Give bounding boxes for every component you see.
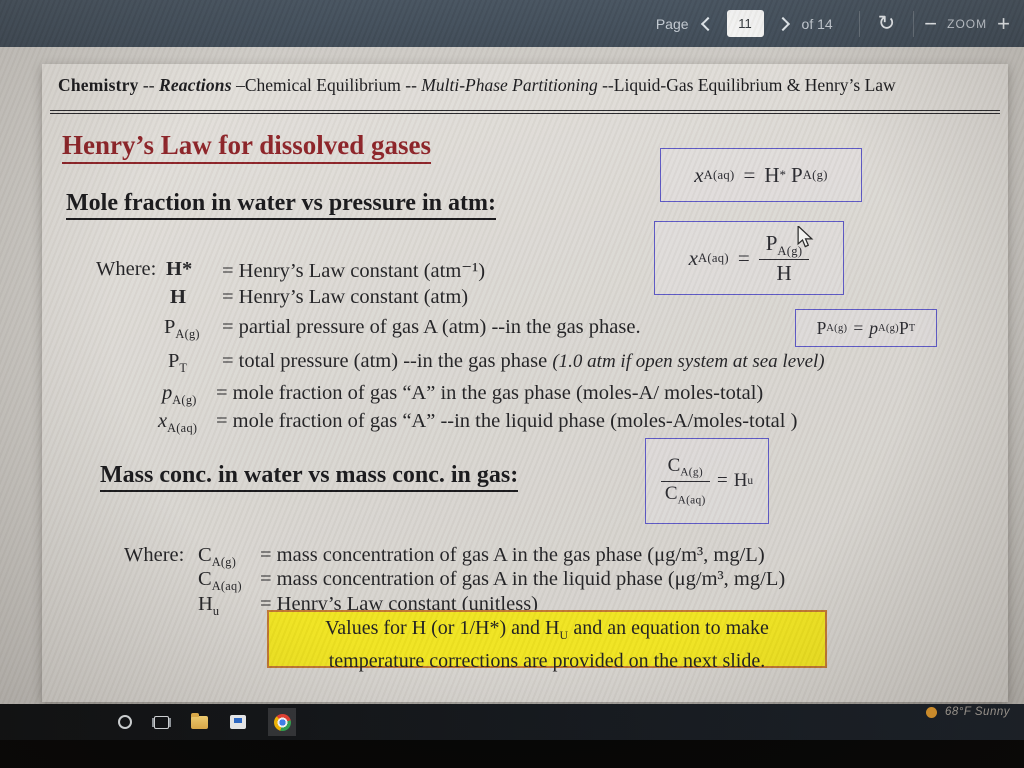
toolbar-divider [913,11,914,37]
section-heading-mole-fraction: Mole fraction in water vs pressure in at… [66,190,496,220]
file-explorer-icon[interactable] [191,716,208,729]
header-double-rule [50,110,1000,114]
next-page-icon[interactable] [775,16,789,30]
definition-h-star: = Henry’s Law constant (atm⁻¹) [222,258,485,283]
equation-mass-conc-ratio: CA(g) CA(aq) = Hu [645,438,769,524]
page-count-label: of 14 [802,16,833,32]
section-heading-mass-conc: Mass conc. in water vs mass conc. in gas… [100,462,518,492]
definition-c-a-g: = mass concentration of gas A in the gas… [260,544,765,567]
highlight-note: Values for H (or 1/H*) and HU and an equ… [267,610,827,668]
pdf-toolbar: Page of 14 ↻ − ZOOM + [0,0,1024,47]
pdf-page: Chemistry -- Reactions –Chemical Equilib… [42,64,1008,702]
zoom-in-button[interactable]: + [997,13,1010,35]
symbol-p-t: PT [168,350,187,376]
symbol-small-p-a-g: pA(g) [162,382,197,408]
definition-p-t: = total pressure (atm) --in the gas phas… [222,350,825,373]
mouse-cursor [796,226,814,248]
where-label-2: Where: [124,544,184,567]
symbol-h-u: Hu [198,593,219,619]
symbol-c-a-g: CA(g) [198,544,236,570]
zoom-out-button[interactable]: − [924,13,937,35]
slide-header: Chemistry -- Reactions –Chemical Equilib… [58,75,998,96]
windows-taskbar: 68°F Sunny [0,704,1024,740]
symbol-h-star: H* [166,258,192,281]
definition-x-a-aq: = mole fraction of gas “A” --in the liqu… [216,410,797,433]
toolbar-divider [859,11,860,37]
rotate-icon[interactable]: ↻ [878,13,896,34]
cortana-icon[interactable] [118,715,132,729]
symbol-h: H [170,286,186,309]
equation-mole-fraction-ratio: xA(aq) = PA(g) H [654,221,844,295]
symbol-x-a-aq: xA(aq) [158,410,197,436]
definition-small-p-a-g: = mole fraction of gas “A” in the gas ph… [216,382,763,405]
equation-henrys-law: xA(aq) = H* PA(g) [660,148,862,202]
slide-title: Henry’s Law for dissolved gases [62,130,431,164]
equation-partial-pressure: PA(g) = pA(g) PT [795,309,937,347]
store-app-icon[interactable] [230,715,246,729]
symbol-c-a-aq: CA(aq) [198,568,242,594]
task-view-icon[interactable] [154,716,169,729]
weather-widget[interactable]: 68°F Sunny [926,706,1010,718]
sun-icon [926,707,937,718]
definition-p-a-g: = partial pressure of gas A (atm) --in t… [222,316,641,339]
chrome-icon [274,714,291,731]
definition-h: = Henry’s Law constant (atm) [222,286,468,309]
definition-c-a-aq: = mass concentration of gas A in the liq… [260,568,785,591]
zoom-label: ZOOM [947,17,987,31]
weather-text: 68°F Sunny [945,706,1010,718]
page-number-input[interactable] [727,10,764,37]
symbol-p-a-g: PA(g) [164,316,200,342]
page-label: Page [656,16,689,32]
chrome-taskbar-button[interactable] [268,708,296,736]
monitor-screen: Page of 14 ↻ − ZOOM + Chemistry -- React… [0,0,1024,768]
previous-page-icon[interactable] [700,16,714,30]
where-label-1: Where: [96,258,156,281]
monitor-bezel [0,740,1024,768]
